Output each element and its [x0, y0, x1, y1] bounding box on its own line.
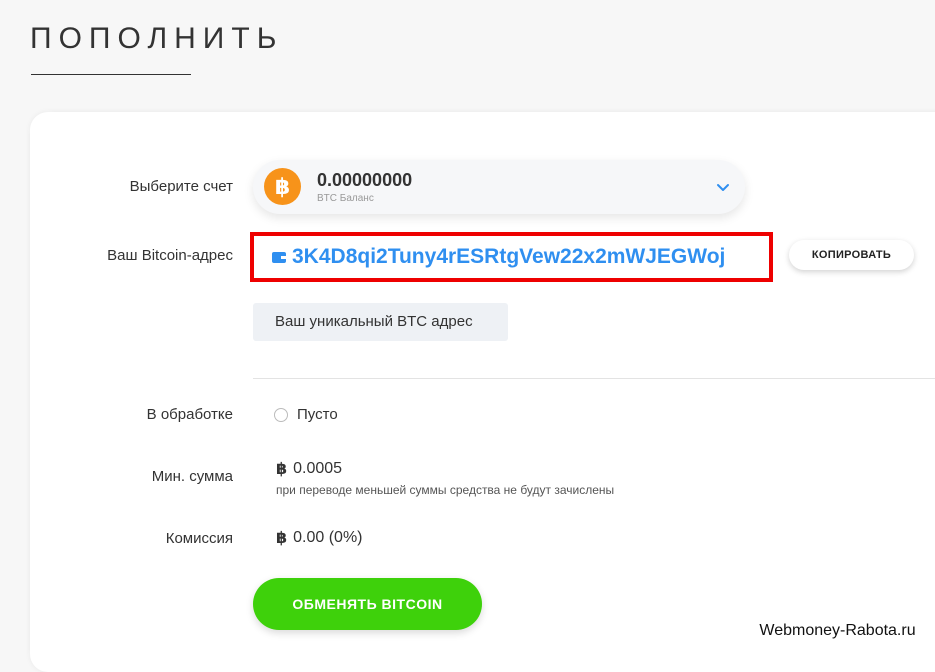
commission-label: Комиссия	[165, 530, 233, 547]
commission-value-line: ฿ 0.00 (0%)	[276, 528, 363, 548]
commission-value: 0.00 (0%)	[293, 529, 363, 546]
wallet-icon	[272, 251, 286, 263]
processing-label: В обработке	[146, 406, 233, 423]
min-amount-label: Мин. сумма	[151, 468, 233, 485]
copy-button[interactable]: КОПИРОВАТЬ	[789, 240, 914, 270]
page-title: ПОПОЛНИТЬ	[30, 22, 284, 55]
account-select[interactable]: ฿ 0.00000000 BTC Баланс	[253, 160, 745, 214]
chevron-down-icon[interactable]	[715, 179, 731, 195]
processing-value: Пусто	[297, 406, 338, 423]
min-amount-note: при переводе меньшей суммы средства не б…	[276, 483, 615, 497]
title-underline	[31, 74, 191, 75]
bitcoin-icon: ฿	[264, 168, 301, 205]
exchange-bitcoin-button[interactable]: ОБМЕНЯТЬ BITCOIN	[253, 578, 482, 630]
address-hint: Ваш уникальный BTC адрес	[253, 303, 508, 341]
account-balance: 0.00000000	[317, 170, 413, 190]
min-amount-value: 0.0005	[293, 460, 343, 477]
bitcoin-address[interactable]: 3K4D8qi2Tuny4rESRtgVew22x2mWJEGWoj	[292, 245, 725, 269]
account-label: Выберите счет	[129, 178, 233, 195]
watermark: Webmoney-Rabota.ru	[740, 612, 935, 649]
bitcoin-symbol-icon: ฿	[276, 461, 288, 478]
address-label: Ваш Bitcoin-адрес	[107, 247, 233, 264]
bitcoin-symbol-icon: ฿	[276, 530, 288, 547]
account-currency-caption: BTC Баланс	[317, 193, 374, 204]
min-amount-value-line: ฿ 0.0005	[276, 459, 342, 479]
bitcoin-address-box[interactable]: 3K4D8qi2Tuny4rESRtgVew22x2mWJEGWoj	[250, 232, 773, 282]
section-divider	[253, 378, 935, 379]
processing-status: Пусто	[274, 406, 338, 423]
radio-icon[interactable]	[274, 407, 288, 422]
